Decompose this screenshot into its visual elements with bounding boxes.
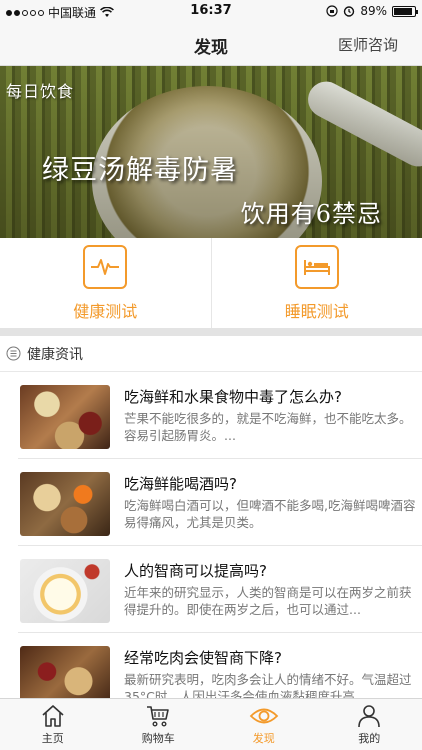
rotation-lock-icon xyxy=(326,5,338,17)
article-summary: 近年来的研究显示，人类的智商是可以在两岁之前获得提升的。即使在两岁之后，也可以通… xyxy=(124,585,412,617)
section-title: 健康资讯 xyxy=(27,346,83,363)
article-thumbnail xyxy=(20,646,110,698)
tab-home-label: 主页 xyxy=(41,731,64,745)
heartbeat-icon xyxy=(83,244,128,289)
bed-icon xyxy=(294,244,339,289)
alarm-icon xyxy=(344,6,355,17)
eye-icon xyxy=(249,708,279,723)
tab-home[interactable]: 主页 xyxy=(0,699,106,750)
list-item[interactable]: 人的智商可以提高吗? 近年来的研究显示，人类的智商是可以在两岁之前获得提升的。即… xyxy=(18,546,422,633)
tab-cart[interactable]: 购物车 xyxy=(106,699,212,750)
home-icon xyxy=(42,704,64,727)
list-item[interactable]: 吃海鲜能喝酒吗? 吃海鲜喝白酒可以，但啤酒不能多喝,吃海鲜喝啤酒容易得痛风，尤其… xyxy=(18,459,422,546)
sleep-test-label: 睡眠测试 xyxy=(284,301,349,321)
banner-tag: 每日饮食 xyxy=(6,82,75,101)
status-bar: 中国联通 16:37 89% xyxy=(0,0,422,22)
article-title: 人的智商可以提高吗? xyxy=(124,562,267,580)
tab-mine-label: 我的 xyxy=(358,731,381,745)
battery-icon xyxy=(392,5,418,17)
article-title: 吃海鲜能喝酒吗? xyxy=(124,475,237,493)
article-thumbnail xyxy=(20,559,110,623)
divider xyxy=(0,328,422,336)
status-right: 89% xyxy=(326,4,418,18)
battery-level xyxy=(394,7,412,15)
tab-discover-label: 发现 xyxy=(252,731,275,745)
article-title: 经常吃肉会使智商下降? xyxy=(124,649,282,667)
nav-bar: 发现 医师咨询 xyxy=(0,22,422,66)
article-summary: 芒果不能吃很多的，就是不吃海鲜，也不能吃太多。容易引起肠胃炎。... xyxy=(124,411,412,443)
test-entries: 健康测试 睡眠测试 xyxy=(0,238,422,328)
tab-mine[interactable]: 我的 xyxy=(317,699,422,750)
section-header: 健康资讯 xyxy=(0,336,422,372)
person-icon xyxy=(358,704,381,727)
tab-bar: 主页 购物车 发现 我的 xyxy=(0,698,422,750)
banner[interactable]: 每日饮食 绿豆汤解毒防暑 饮用有6禁忌 xyxy=(0,66,422,238)
article-summary: 吃海鲜喝白酒可以，但啤酒不能多喝,吃海鲜喝啤酒容易得痛风，尤其是贝类。 xyxy=(124,498,416,530)
sleep-test-button[interactable]: 睡眠测试 xyxy=(210,238,422,328)
list-item[interactable]: 经常吃肉会使智商下降? 最新研究表明，吃肉多会让人的情绪不好。气温超过35°C时… xyxy=(18,633,422,698)
article-thumbnail xyxy=(20,472,110,536)
article-summary: 最新研究表明，吃肉多会让人的情绪不好。气温超过35°C时，人因出汗多会使血液黏稠… xyxy=(124,672,412,698)
health-test-button[interactable]: 健康测试 xyxy=(0,238,211,328)
news-icon xyxy=(6,346,21,361)
list-item[interactable]: 吃海鲜和水果食物中毒了怎么办? 芒果不能吃很多的，就是不吃海鲜，也不能吃太多。容… xyxy=(18,372,422,459)
article-list: 吃海鲜和水果食物中毒了怎么办? 芒果不能吃很多的，就是不吃海鲜，也不能吃太多。容… xyxy=(0,372,422,698)
cart-icon xyxy=(147,705,170,727)
banner-subline: 饮用有6禁忌 xyxy=(240,200,382,228)
banner-headline: 绿豆汤解毒防暑 xyxy=(42,155,238,186)
article-thumbnail xyxy=(20,385,110,449)
tab-discover[interactable]: 发现 xyxy=(211,699,317,750)
health-test-label: 健康测试 xyxy=(73,301,138,321)
battery-percent: 89% xyxy=(360,4,387,18)
tab-cart-label: 购物车 xyxy=(141,731,175,745)
article-title: 吃海鲜和水果食物中毒了怎么办? xyxy=(124,388,342,406)
doctor-consult-button[interactable]: 医师咨询 xyxy=(338,34,398,55)
